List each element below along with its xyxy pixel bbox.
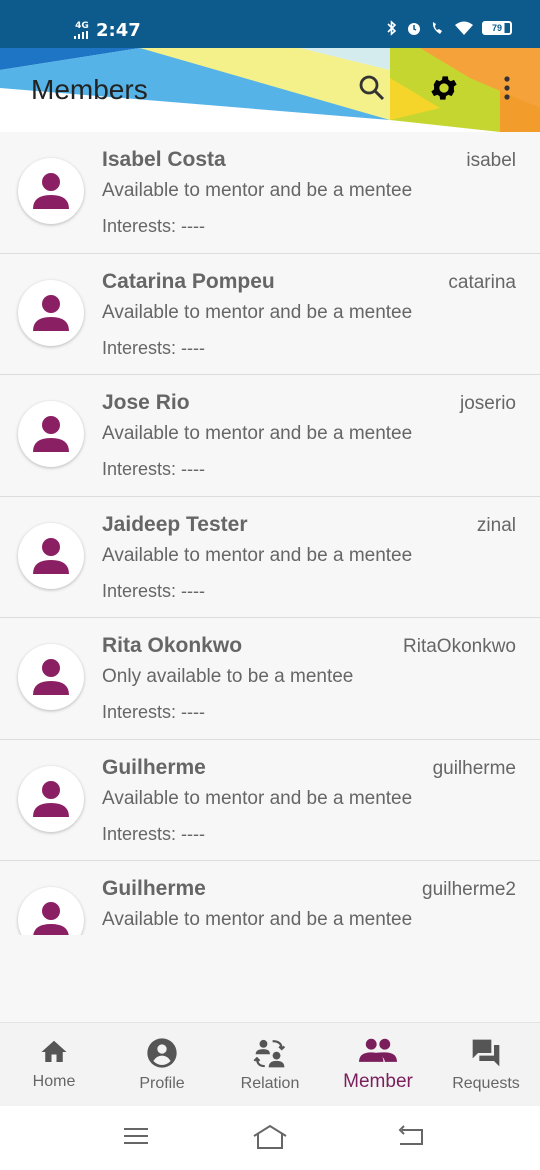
- status-bar: 4G 2:47 79: [0, 0, 540, 48]
- nav-relation[interactable]: Relation: [216, 1023, 324, 1106]
- member-interests: Interests: ----: [102, 459, 206, 479]
- member-row[interactable]: Catarina Pompeu catarina Available to me…: [0, 253, 540, 375]
- member-username: RitaOkonkwo: [403, 636, 516, 657]
- nav-profile[interactable]: Profile: [108, 1023, 216, 1106]
- back-icon[interactable]: [396, 1124, 426, 1148]
- member-interests: Interests: ----: [102, 580, 206, 601]
- person-icon: [33, 902, 69, 935]
- people-icon: [359, 1038, 397, 1062]
- search-icon: [359, 75, 385, 101]
- member-interests: Interests: ----: [102, 337, 206, 358]
- more-vert-icon: [504, 76, 510, 100]
- home-system-icon[interactable]: [252, 1124, 288, 1150]
- avatar: [18, 401, 84, 467]
- member-name: Guilherme: [102, 877, 206, 900]
- member-name: Isabel Costa: [102, 148, 226, 171]
- more-options-button[interactable]: [489, 70, 525, 106]
- person-icon: [33, 659, 69, 695]
- member-name: Jose Rio: [102, 391, 190, 414]
- menu-icon[interactable]: [122, 1124, 150, 1148]
- person-icon: [33, 780, 69, 817]
- member-row[interactable]: Guilherme guilherme2 Available to mentor…: [0, 861, 540, 935]
- wifi-icon: [455, 21, 473, 35]
- member-name: Guilherme: [102, 755, 206, 779]
- member-availability: Available to mentor and be a mentee: [102, 301, 413, 323]
- avatar: [18, 644, 84, 710]
- relation-icon: [253, 1039, 286, 1068]
- battery-icon: 79: [482, 21, 512, 35]
- member-username: catarina: [448, 271, 516, 293]
- bottom-navigation: Home Profile Relation Member Requests: [0, 1022, 540, 1106]
- member-row[interactable]: Jose Rio joserio Available to mentor and…: [0, 375, 540, 497]
- member-availability: Only available to be a mentee: [102, 666, 354, 687]
- avatar: [18, 522, 84, 589]
- search-button[interactable]: [354, 70, 390, 106]
- clock: 2:47: [96, 20, 141, 41]
- network-type: 4G: [75, 21, 89, 31]
- account-circle-icon: [147, 1038, 177, 1068]
- nav-member[interactable]: Member: [324, 1023, 432, 1106]
- member-availability: Available to mentor and be a mentee: [102, 180, 413, 201]
- member-row[interactable]: Guilherme guilherme Available to mentor …: [0, 739, 540, 861]
- nav-home[interactable]: Home: [0, 1023, 108, 1106]
- forum-icon: [472, 1039, 500, 1067]
- members-list[interactable]: Isabel Costa isabel Available to mentor …: [0, 132, 540, 935]
- wifi-calling-icon: [432, 22, 442, 34]
- settings-button[interactable]: [426, 70, 462, 106]
- member-row[interactable]: Rita Okonkwo RitaOkonkwo Only available …: [0, 618, 540, 740]
- nav-requests[interactable]: Requests: [432, 1023, 540, 1106]
- member-row[interactable]: Jaideep Tester zinal Available to mentor…: [0, 496, 540, 618]
- member-name: Rita Okonkwo: [102, 634, 243, 657]
- nav-label: Relation: [240, 1075, 300, 1092]
- member-name: Catarina Pompeu: [102, 269, 275, 293]
- person-icon: [33, 537, 69, 574]
- member-interests: Interests: ----: [102, 823, 206, 844]
- member-availability: Available to mentor and be a mentee: [102, 909, 413, 930]
- member-username: zinal: [476, 514, 516, 536]
- member-username: guilherme: [432, 757, 516, 779]
- signal-icon: 4G: [74, 22, 90, 39]
- app-bar: Members: [0, 48, 540, 132]
- avatar: [18, 887, 84, 935]
- member-row[interactable]: Isabel Costa isabel Available to mentor …: [0, 132, 540, 254]
- member-availability: Available to mentor and be a mentee: [102, 423, 413, 444]
- member-interests: Interests: ----: [102, 702, 206, 722]
- member-interests: Interests: ----: [102, 216, 206, 236]
- nav-label: Home: [32, 1073, 76, 1090]
- member-username: isabel: [466, 150, 516, 171]
- member-availability: Available to mentor and be a mentee: [102, 544, 413, 566]
- avatar: [18, 765, 84, 832]
- page-title: Members: [31, 74, 148, 105]
- person-icon: [33, 416, 69, 452]
- nav-label: Member: [343, 1071, 413, 1092]
- battery-level: 79: [491, 23, 502, 33]
- gear-icon: [431, 76, 457, 100]
- person-icon: [33, 173, 69, 209]
- member-username: guilherme2: [422, 879, 516, 900]
- home-icon: [41, 1040, 67, 1062]
- person-icon: [33, 294, 69, 331]
- member-username: joserio: [460, 393, 516, 414]
- avatar: [18, 279, 84, 346]
- system-navigation: [0, 1106, 540, 1170]
- nav-label: Requests: [452, 1075, 520, 1092]
- member-name: Jaideep Tester: [102, 512, 248, 536]
- nav-label: Profile: [139, 1075, 185, 1092]
- member-availability: Available to mentor and be a mentee: [102, 787, 413, 809]
- alarm-icon: [408, 23, 420, 35]
- avatar: [18, 158, 84, 224]
- signal-bars-icon: [74, 31, 88, 39]
- bluetooth-icon: [387, 20, 397, 36]
